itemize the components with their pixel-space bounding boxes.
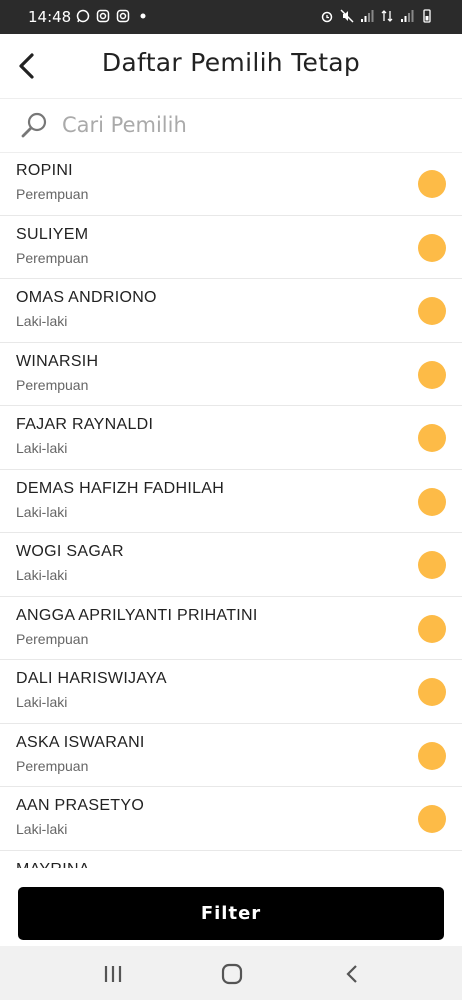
battery-icon bbox=[423, 9, 431, 23]
home-icon[interactable] bbox=[218, 960, 246, 988]
instagram-icon bbox=[116, 9, 130, 23]
app-bar: Daftar Pemilih Tetap bbox=[0, 34, 462, 99]
filter-button[interactable]: Filter bbox=[18, 887, 444, 940]
voter-row[interactable]: ROPINI Perempuan bbox=[0, 152, 462, 216]
search-input[interactable] bbox=[62, 108, 442, 142]
voter-gender: Laki-laki bbox=[16, 440, 68, 456]
dot-icon bbox=[140, 13, 146, 19]
voter-row[interactable]: AAN PRASETYO Laki-laki bbox=[0, 787, 462, 851]
status-dot-icon bbox=[418, 741, 446, 770]
voter-name: FAJAR RAYNALDI bbox=[16, 416, 154, 433]
signal-icon bbox=[361, 10, 374, 22]
mute-icon bbox=[340, 9, 354, 23]
voter-name: ROPINI bbox=[16, 162, 73, 179]
status-dot-icon bbox=[418, 297, 446, 325]
voter-name: OMAS ANDRIONO bbox=[16, 289, 157, 306]
alarm-icon bbox=[321, 11, 333, 23]
signal-icon bbox=[401, 10, 414, 22]
voter-name: AAN PRASETYO bbox=[16, 797, 145, 814]
voter-list: ROPINI Perempuan SULIYEM Perempuan OMAS ANDR… bbox=[0, 152, 462, 868]
system-nav-bar bbox=[0, 946, 462, 1000]
voter-name: MAYRINA bbox=[16, 861, 90, 869]
voter-gender: Laki-laki bbox=[16, 694, 68, 710]
page-title: Daftar Pemilih Tetap bbox=[101, 48, 361, 77]
voter-gender: Laki-laki bbox=[16, 313, 68, 329]
voter-row[interactable]: ANGGA APRILYANTI PRIHATINI Perempuan bbox=[0, 597, 462, 660]
voter-gender: Laki-laki bbox=[16, 503, 68, 520]
status-dot-icon bbox=[418, 487, 446, 516]
voter-row[interactable]: ASKA ISWARANI Perempuan bbox=[0, 724, 462, 787]
back-icon[interactable] bbox=[339, 960, 367, 988]
voter-row[interactable]: WOGI SAGAR Laki-laki bbox=[0, 533, 462, 597]
filter-area: Filter bbox=[0, 868, 462, 946]
voter-name: WINARSIH bbox=[16, 352, 99, 370]
instagram-icon bbox=[96, 9, 110, 23]
status-dot-icon bbox=[418, 614, 446, 643]
voter-gender: Laki-laki bbox=[16, 821, 68, 837]
voter-name: WOGI SAGAR bbox=[16, 543, 124, 560]
whatsapp-icon bbox=[76, 9, 90, 23]
voter-row[interactable]: SULIYEM Perempuan bbox=[0, 216, 462, 279]
search-bar bbox=[0, 98, 462, 153]
status-notification-icons bbox=[76, 9, 150, 23]
voter-row[interactable]: DEMAS HAFIZH FADHILAH Laki-laki bbox=[0, 470, 462, 533]
voter-name: DALI HARISWIJAYA bbox=[16, 670, 167, 687]
voter-gender: Perempuan bbox=[16, 630, 89, 647]
voter-name: ANGGA APRILYANTI PRIHATINI bbox=[16, 606, 258, 624]
voter-row[interactable]: OMAS ANDRIONO Laki-laki bbox=[0, 279, 462, 343]
voter-name: DEMAS HAFIZH FADHILAH bbox=[16, 479, 225, 497]
status-dot-icon bbox=[418, 805, 446, 833]
voter-row[interactable]: WINARSIH Perempuan bbox=[0, 343, 462, 406]
status-system-icons bbox=[320, 9, 434, 23]
status-dot-icon bbox=[418, 360, 446, 389]
search-icon bbox=[21, 112, 47, 138]
voter-gender: Perempuan bbox=[16, 249, 89, 266]
voter-gender: Perempuan bbox=[16, 376, 89, 393]
voter-name: ASKA ISWARANI bbox=[16, 733, 145, 751]
voter-gender: Laki-laki bbox=[16, 567, 68, 583]
status-bar: 14:48 bbox=[0, 0, 462, 34]
status-dot-icon bbox=[418, 170, 446, 198]
voter-row[interactable]: DALI HARISWIJAYA Laki-laki bbox=[0, 660, 462, 724]
status-dot-icon bbox=[418, 424, 446, 452]
voter-gender: Perempuan bbox=[16, 757, 89, 774]
status-dot-icon bbox=[418, 551, 446, 579]
voter-row[interactable]: FAJAR RAYNALDI Laki-laki bbox=[0, 406, 462, 470]
status-dot-icon bbox=[418, 233, 446, 262]
voter-name: SULIYEM bbox=[16, 225, 89, 243]
data-icon bbox=[381, 10, 393, 22]
status-time: 14:48 bbox=[28, 8, 72, 26]
recent-apps-icon[interactable] bbox=[99, 960, 127, 988]
voter-row[interactable]: MAYRINA bbox=[0, 851, 462, 869]
voter-gender: Perempuan bbox=[16, 186, 89, 202]
status-dot-icon bbox=[418, 678, 446, 706]
